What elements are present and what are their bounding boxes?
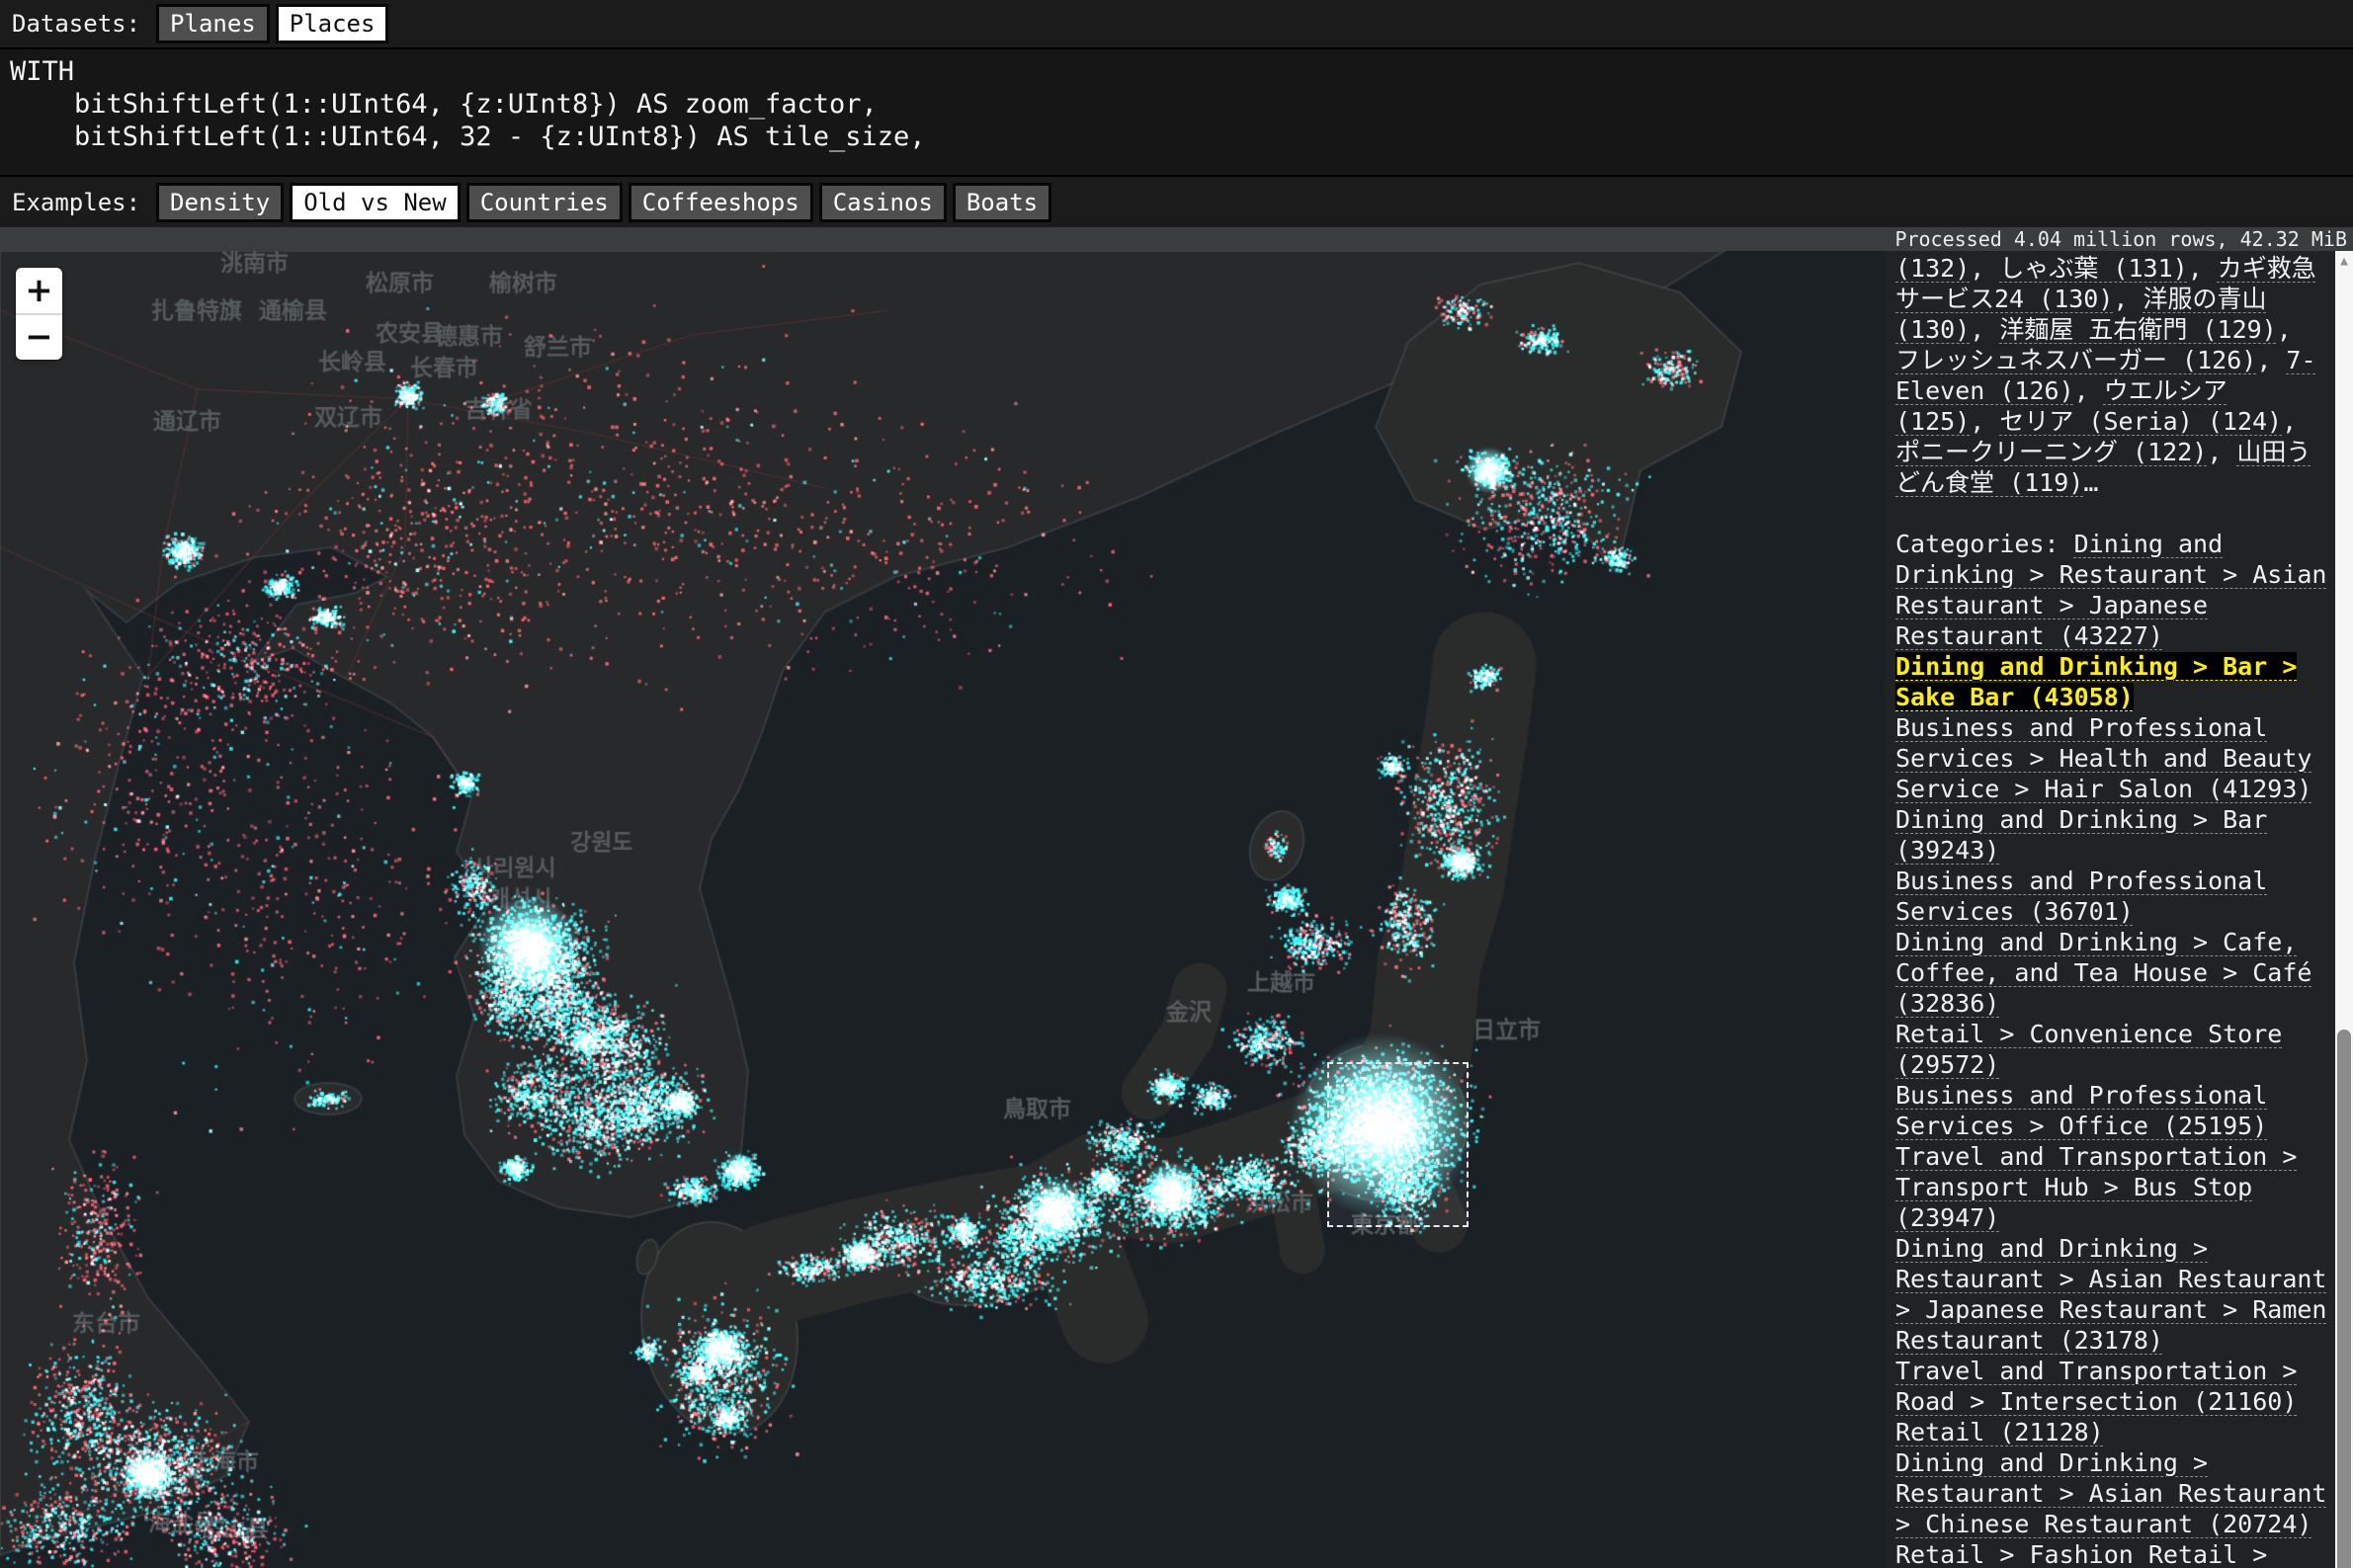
name-link[interactable]: フレッシュネスバーガー (126) xyxy=(1895,346,2256,374)
category-link[interactable]: Retail > Convenience Store (29572) xyxy=(1895,1020,2282,1079)
name-link[interactable]: (132) xyxy=(1895,254,1970,283)
map-zoom-control: + − xyxy=(16,268,62,360)
category-link-highlighted[interactable]: Dining and Drinking > Bar > Sake Bar (43… xyxy=(1895,652,2297,711)
scroll-up-arrow[interactable]: ▲ xyxy=(2335,253,2353,271)
examples-bar: Examples: DensityOld vs NewCountriesCoff… xyxy=(0,177,2353,227)
main-area: + − (132), しゃぶ葉 (131), カギ救急サービス24 (130),… xyxy=(0,251,2353,1568)
example-button-density[interactable]: Density xyxy=(156,183,284,222)
category-link[interactable]: Retail > Fashion Retail > Clothing Store… xyxy=(1895,1540,2267,1568)
name-link[interactable]: しゃぶ葉 (131) xyxy=(1999,254,2187,283)
category-link[interactable]: Dining and Drinking > Bar (39243) xyxy=(1895,805,2267,865)
category-link[interactable]: Dining and Drinking > Restaurant > Asian… xyxy=(1895,1234,2327,1355)
scrollbar-thumb[interactable] xyxy=(2337,1030,2351,1568)
sidebar-scrollbar[interactable]: ▲ xyxy=(2335,251,2353,1568)
category-link[interactable]: Travel and Transportation > Road > Inter… xyxy=(1895,1357,2297,1416)
category-link[interactable]: Travel and Transportation > Transport Hu… xyxy=(1895,1142,2297,1232)
datasets-buttons: PlanesPlaces xyxy=(156,4,388,43)
example-button-boats[interactable]: Boats xyxy=(953,183,1051,222)
example-button-old-vs-new[interactable]: Old vs New xyxy=(290,183,461,222)
example-button-countries[interactable]: Countries xyxy=(466,183,623,222)
example-button-coffeeshops[interactable]: Coffeeshops xyxy=(629,183,813,222)
category-link[interactable]: Business and Professional Services > Hea… xyxy=(1895,713,2311,803)
examples-buttons: DensityOld vs NewCountriesCoffeeshopsCas… xyxy=(156,183,1051,222)
query-editor[interactable]: WITH bitShiftLeft(1::UInt64, {z:UInt8}) … xyxy=(0,47,2353,177)
dataset-button-places[interactable]: Places xyxy=(276,4,389,43)
top-names-list: (132), しゃぶ葉 (131), カギ救急サービス24 (130), 洋服の… xyxy=(1895,253,2327,498)
results-sidebar: (132), しゃぶ葉 (131), カギ救急サービス24 (130), 洋服の… xyxy=(1885,251,2335,1568)
name-link[interactable]: 洋麺屋 五右衛門 (129) xyxy=(1999,315,2276,344)
zoom-out-button[interactable]: − xyxy=(16,315,62,361)
dataset-button-planes[interactable]: Planes xyxy=(156,4,270,43)
category-link[interactable]: Business and Professional Services (3670… xyxy=(1895,867,2267,926)
name-link[interactable]: ポニークリーニング (122) xyxy=(1895,438,2207,466)
category-link[interactable]: Retail (21128) xyxy=(1895,1418,2104,1446)
map-viewport[interactable]: + − xyxy=(0,251,1885,1568)
name-link[interactable]: セリア (Seria) (124) xyxy=(1999,407,2282,436)
datasets-label: Datasets: xyxy=(12,10,140,38)
example-button-casinos[interactable]: Casinos xyxy=(819,183,947,222)
datasets-bar: Datasets: PlanesPlaces xyxy=(0,0,2353,47)
map-canvas[interactable] xyxy=(0,251,1885,1568)
categories-list: Categories: Dining and Drinking > Restau… xyxy=(1895,529,2327,1568)
categories-label: Categories: xyxy=(1895,530,2074,558)
zoom-in-button[interactable]: + xyxy=(16,268,62,315)
category-link[interactable]: Business and Professional Services > Off… xyxy=(1895,1081,2267,1140)
category-link[interactable]: Dining and Drinking > Restaurant > Asian… xyxy=(1895,1448,2327,1538)
examples-label: Examples: xyxy=(12,189,140,216)
status-bar: Processed 4.04 million rows, 42.32 MiB xyxy=(0,227,2353,251)
map-selection-rect[interactable] xyxy=(1327,1062,1469,1227)
category-link[interactable]: Dining and Drinking > Cafe, Coffee, and … xyxy=(1895,928,2311,1018)
